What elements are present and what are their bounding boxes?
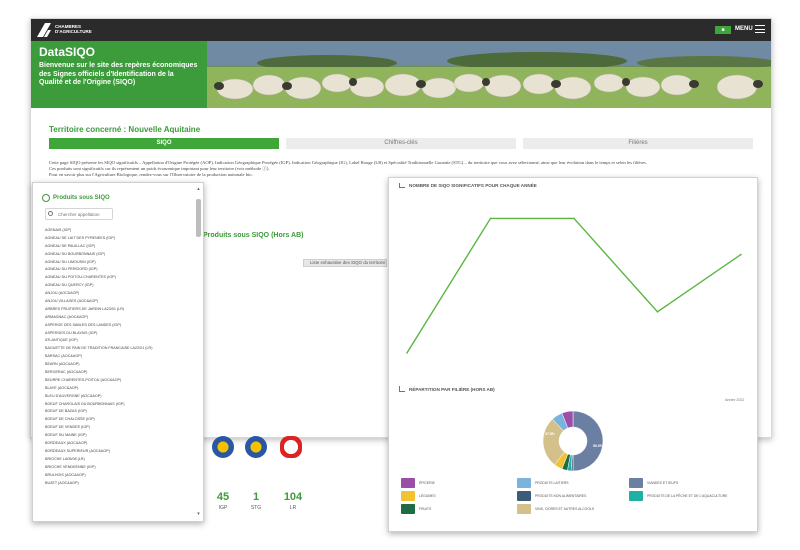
quality-seal-icon	[42, 194, 50, 202]
igp-logo-icon	[212, 436, 234, 458]
sheep-illustration	[207, 41, 771, 108]
list-item[interactable]: BOEUF DE BAZAS (IGP)	[45, 408, 195, 416]
hamburger-menu-icon[interactable]	[755, 25, 765, 33]
legend-swatch-icon	[517, 478, 531, 488]
legend-swatch-icon	[629, 491, 643, 501]
donut-slice[interactable]	[572, 410, 604, 472]
list-item[interactable]: BORDEAUX (AOC&AOP)	[45, 440, 195, 448]
legend-label: VIANDES ET ŒUFS	[647, 481, 679, 485]
scrollbar-thumb[interactable]	[196, 199, 201, 237]
list-item[interactable]: ARMAGNAC (AOC&AOP)	[45, 314, 195, 322]
list-item[interactable]: BRIOCHE VENDEENNE (IGP)	[45, 464, 195, 472]
legend-label: ÉPICERIE	[419, 481, 435, 485]
list-item[interactable]: AGNEAU DU POITOU-CHARENTES (IGP)	[45, 274, 195, 282]
list-item[interactable]: BLAYE (AOC&AOP)	[45, 385, 195, 393]
label-rouge-logo-icon	[280, 436, 302, 458]
list-item[interactable]: ANJOU VILLAGES (AOC&AOP)	[45, 298, 195, 306]
igp-label: IGP	[218, 505, 228, 511]
legend-swatch-icon	[401, 491, 415, 501]
list-item[interactable]: ASPERGE DES SABLES DES LANDES (IGP)	[45, 322, 195, 330]
list-item[interactable]: BOEUF CHAROLAIS DU BOURBONNAIS (IGP)	[45, 401, 195, 409]
stg-count: 1	[252, 491, 260, 503]
stage: CHAMBRES D'AGRICULTURE ■ MENU DataSIQO B…	[0, 0, 800, 550]
tab-filieres[interactable]: Filières	[523, 138, 753, 149]
legend-swatch-icon	[401, 478, 415, 488]
liste-exhaustive-button[interactable]: Liste exhaustive des SIQO du territoire	[303, 259, 387, 267]
legend-label: PRODUITS LAITIERS	[535, 481, 569, 485]
list-item[interactable]: ATLANTIQUE (IGP)	[45, 337, 195, 345]
appellation-list: AGENAIS (IGP) AGNEAU DE LAIT DES PYRENEES…	[45, 227, 195, 487]
list-item[interactable]: ARBRES FRUITIERS DE JARDIN LA23/01 (LR)	[45, 306, 195, 314]
list-item[interactable]: AGNEAU DU PERIGORD (IGP)	[45, 266, 195, 274]
list-item[interactable]: BRULHOIS (AOC&AOP)	[45, 472, 195, 480]
donut-data-label: 27.5%	[545, 432, 556, 436]
list-item[interactable]: AGNEAU DU QUERCY (IGP)	[45, 282, 195, 290]
scroll-down-icon[interactable]: ▾	[196, 512, 201, 517]
list-item[interactable]: BAGUETTE DE PAIN DE TRADITION FRANCAISE …	[45, 345, 195, 353]
stg-label: STG	[250, 505, 262, 511]
legend-swatch-icon	[629, 478, 643, 488]
list-item[interactable]: BRIOCHE LA05/08 (LR)	[45, 456, 195, 464]
scrollbar[interactable]: ▴ ▾	[196, 187, 201, 517]
donut-chart: 50.0% 27.5%	[542, 410, 604, 472]
legend-label: PRODUITS DE LA PÊCHE ET DE L'AQUACULTURE	[647, 494, 728, 498]
produits-sous-siqo-panel: Produits sous SIQO AGENAIS (IGP)AGNEAU D…	[32, 182, 204, 522]
territoire-heading: Territoire concerné : Nouvelle Aquitaine	[49, 125, 201, 134]
search-input[interactable]	[45, 208, 113, 220]
legend-swatch-icon	[517, 491, 531, 501]
list-item[interactable]: AGNEAU DE LAIT DES PYRENEES (IGP)	[45, 235, 195, 243]
list-item[interactable]: BEARN (AOC&AOP)	[45, 361, 195, 369]
tab-chiffres-cles[interactable]: Chiffres-clés	[286, 138, 516, 149]
list-item[interactable]: ANJOU (AOC&AOP)	[45, 290, 195, 298]
tab-siqo[interactable]: SIQO	[49, 138, 279, 149]
donut-data-label: 50.0%	[593, 444, 604, 448]
list-item[interactable]: BOEUF DU MAINE (IGP)	[45, 432, 195, 440]
list-item[interactable]: AGNEAU DU LIMOUSIN (IGP)	[45, 259, 195, 267]
legend-label: PRODUITS NON ALIMENTAIRES	[535, 494, 587, 498]
hero-title: DataSIQO	[39, 45, 96, 59]
intro-text: Cette page SIQO présente les SIQO signif…	[49, 160, 769, 179]
hero-text-block: DataSIQO Bienvenue sur le site des repèr…	[31, 41, 207, 108]
legend-label: FRUITS	[419, 507, 432, 511]
sheep-field-photo	[207, 41, 771, 108]
list-item[interactable]: AGNEAU DE PAUILLAC (IGP)	[45, 243, 195, 251]
list-item[interactable]: BOEUF DE CHALOSSE (IGP)	[45, 416, 195, 424]
scroll-up-icon[interactable]: ▴	[196, 187, 201, 192]
legend-swatch-icon	[401, 504, 415, 514]
igp-count: 45	[216, 491, 230, 503]
header-green-button[interactable]: ■	[715, 26, 731, 34]
chambres-agriculture-logo-icon[interactable]	[37, 23, 51, 37]
list-item[interactable]: BARSAC (AOC&AOP)	[45, 353, 195, 361]
list-panel-title: Produits sous SIQO	[53, 195, 110, 201]
legend-label: VINS, CIDRES ET AUTRES ALCOOLS	[535, 507, 595, 511]
legend-label: LÉGUMES	[419, 494, 436, 498]
lr-count: 104	[283, 491, 303, 503]
hors-ab-heading: Produits sous SIQO (Hors AB)	[203, 232, 304, 239]
list-item[interactable]: AGENAIS (IGP)	[45, 227, 195, 235]
charts-panel: NOMBRE DE SIQO SIGNIFICATIFS POUR CHAQUE…	[388, 177, 758, 532]
hero-banner: DataSIQO Bienvenue sur le site des repèr…	[31, 41, 771, 108]
list-item[interactable]: BLEU D'AUVERGNE (AOC&AOP)	[45, 393, 195, 401]
search-icon	[48, 211, 53, 216]
hero-subtitle: Bienvenue sur le site des repères économ…	[39, 62, 198, 86]
stg-logo-icon	[245, 436, 267, 458]
lr-label: LR	[289, 505, 297, 511]
list-item[interactable]: AGNEAU DU BOURBONNAIS (IGP)	[45, 251, 195, 259]
menu-label[interactable]: MENU	[735, 26, 753, 32]
legend-swatch-icon	[517, 504, 531, 514]
list-item[interactable]: BERGERAC (AOC&AOP)	[45, 369, 195, 377]
top-bar: CHAMBRES D'AGRICULTURE ■ MENU	[31, 19, 771, 41]
list-item[interactable]: BUZET (AOC&AOP)	[45, 480, 195, 488]
list-item[interactable]: BOEUF DE VENDEE (IGP)	[45, 424, 195, 432]
logo-text: CHAMBRES D'AGRICULTURE	[55, 24, 92, 34]
list-item[interactable]: ASPERGES DU BLAYAIS (IGP)	[45, 330, 195, 338]
list-item[interactable]: BORDEAUX SUPERIEUR (AOC&AOP)	[45, 448, 195, 456]
list-item[interactable]: BEURRE CHARENTES-POITOU (AOC&AOP)	[45, 377, 195, 385]
